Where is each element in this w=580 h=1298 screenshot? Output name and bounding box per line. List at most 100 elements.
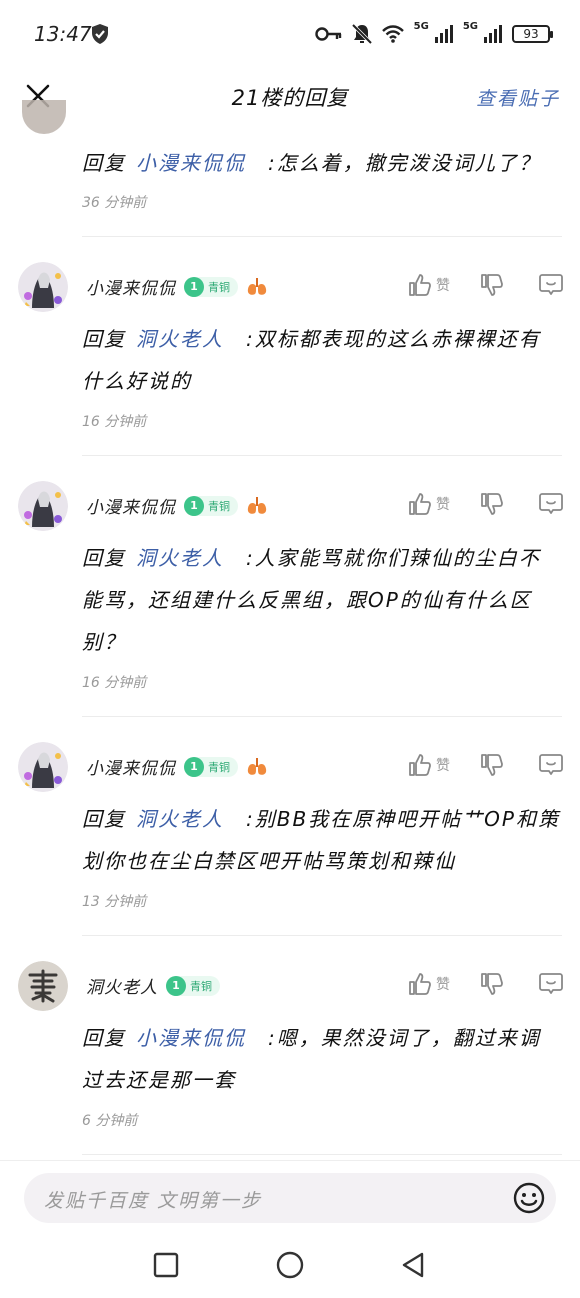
reply-prefix: 回复 <box>82 807 126 831</box>
avatar-image <box>18 262 68 312</box>
key-icon <box>314 27 341 41</box>
emoji-icon[interactable] <box>512 1181 546 1215</box>
reply-prefix: 回复 <box>82 1026 126 1050</box>
lungs-icon <box>247 757 267 775</box>
reply-content: 回复 洞火老人:人家能骂就你们辣仙的尘白不能骂，还组建什么反黑组，跟OP的仙有什么… <box>82 537 562 663</box>
user-line: 小漫来侃侃 1 青铜 <box>86 493 268 518</box>
level-name: 青铜 <box>208 499 230 513</box>
view-post-link[interactable]: 查看贴子 <box>476 84 560 111</box>
comment-button[interactable] <box>538 491 564 517</box>
comment-bubble-icon <box>539 493 563 514</box>
comment-button[interactable] <box>538 272 564 298</box>
reply-time: 6 分钟前 <box>82 1113 138 1129</box>
reply-target-link[interactable]: 洞火老人 <box>136 327 224 351</box>
header: 21楼的回复 查看贴子 <box>0 66 580 126</box>
thumbs-down-icon <box>481 493 503 515</box>
thumbs-up-icon <box>409 493 431 515</box>
avatar[interactable] <box>18 961 68 1011</box>
divider <box>82 236 562 237</box>
status-time: 13:47 <box>34 22 92 46</box>
comment-bubble-icon <box>539 754 563 775</box>
level-number: 1 <box>184 276 204 297</box>
reply-target-link[interactable]: 洞火老人 <box>136 546 224 570</box>
comment-bubble-icon <box>539 274 563 295</box>
avatar[interactable] <box>18 481 68 531</box>
thumbs-down-icon <box>481 754 503 776</box>
avatar-image <box>18 742 68 792</box>
battery-level: 93 <box>523 27 539 41</box>
level-number: 1 <box>184 756 204 777</box>
back-triangle-icon[interactable] <box>400 1252 426 1278</box>
like-button[interactable]: 赞 <box>408 492 450 516</box>
signal-icon-2 <box>484 25 502 43</box>
dislike-button[interactable] <box>480 753 504 777</box>
like-button[interactable]: 赞 <box>408 273 450 297</box>
avatar-image <box>18 481 68 531</box>
reply-prefix: 回复 <box>82 151 126 175</box>
like-button[interactable]: 赞 <box>408 972 450 996</box>
level-badge: 1 青铜 <box>184 276 238 297</box>
level-name: 青铜 <box>208 280 230 294</box>
like-label: 赞 <box>436 278 450 294</box>
reply-actions: 赞 <box>390 971 564 997</box>
thumbs-up-icon <box>409 754 431 776</box>
dislike-button[interactable] <box>480 492 504 516</box>
recents-square-icon[interactable] <box>153 1252 179 1278</box>
divider <box>82 455 562 456</box>
network-type-2: 5G <box>462 21 478 32</box>
thumbs-down-icon <box>481 973 503 995</box>
level-number: 1 <box>166 975 186 996</box>
lungs-icon <box>247 496 267 514</box>
avatar-image <box>18 961 68 1011</box>
user-line: 洞火老人 1 青铜 <box>86 973 220 998</box>
avatar[interactable] <box>18 262 68 312</box>
username[interactable]: 小漫来侃侃 <box>86 493 176 518</box>
reply-text: :怎么着，撤完泼没词儿了？ <box>268 151 541 175</box>
comment-button[interactable] <box>538 752 564 778</box>
reply-time: 16 分钟前 <box>82 414 147 430</box>
reply-content: 回复 洞火老人:别BB我在原神吧开帖艹OP和策划你也在尘白禁区吧开帖骂策划和辣仙 <box>82 798 562 882</box>
dislike-button[interactable] <box>480 273 504 297</box>
username[interactable]: 小漫来侃侃 <box>86 754 176 779</box>
comment-button[interactable] <box>538 971 564 997</box>
reply-content: 回复 小漫来侃侃:嗯，果然没词了，翻过来调过去还是那一套 <box>82 1017 562 1101</box>
home-circle-icon[interactable] <box>276 1251 304 1279</box>
thumbs-up-icon <box>409 274 431 296</box>
level-name: 青铜 <box>208 760 230 774</box>
dislike-button[interactable] <box>480 972 504 996</box>
thumbs-up-icon <box>409 973 431 995</box>
like-button[interactable]: 赞 <box>408 753 450 777</box>
reply-content: 回复 小漫来侃侃 :怎么着，撤完泼没词儿了？ <box>82 142 562 184</box>
reply-time: 36 分钟前 <box>82 195 147 211</box>
battery-indicator: 93 <box>512 25 553 43</box>
divider <box>82 1154 562 1155</box>
reply-time: 13 分钟前 <box>82 894 147 910</box>
status-bar: 13:47 5G 5G 93 <box>0 0 580 66</box>
username[interactable]: 小漫来侃侃 <box>86 274 176 299</box>
username[interactable]: 洞火老人 <box>86 973 158 998</box>
divider <box>82 716 562 717</box>
reply-target-link[interactable]: 洞火老人 <box>136 807 224 831</box>
network-type-1: 5G <box>413 21 429 32</box>
reply-content: 回复 洞火老人:双标都表现的这么赤裸裸还有什么好说的 <box>82 318 562 402</box>
avatar[interactable] <box>18 742 68 792</box>
input-placeholder: 发贴千百度 文明第一步 <box>44 1190 263 1212</box>
level-badge: 1 青铜 <box>184 756 238 777</box>
reply-target-link[interactable]: 小漫来侃侃 <box>136 1026 246 1050</box>
divider <box>82 935 562 936</box>
like-label: 赞 <box>436 497 450 513</box>
thumbs-down-icon <box>481 274 503 296</box>
user-line: 小漫来侃侃 1 青铜 <box>86 754 268 779</box>
reply-actions: 赞 <box>390 272 564 298</box>
reply-target-link[interactable]: 小漫来侃侃 <box>136 151 246 175</box>
avatar[interactable] <box>22 100 66 134</box>
shield-check-icon <box>92 24 108 44</box>
level-name: 青铜 <box>190 979 212 993</box>
level-badge: 1 青铜 <box>166 975 220 996</box>
like-label: 赞 <box>436 977 450 993</box>
reply-input[interactable]: 发贴千百度 文明第一步 <box>24 1173 556 1223</box>
wifi-icon <box>381 25 404 43</box>
reply-actions: 赞 <box>390 752 564 778</box>
like-label: 赞 <box>436 758 450 774</box>
status-icons: 5G 5G 93 <box>314 20 553 48</box>
